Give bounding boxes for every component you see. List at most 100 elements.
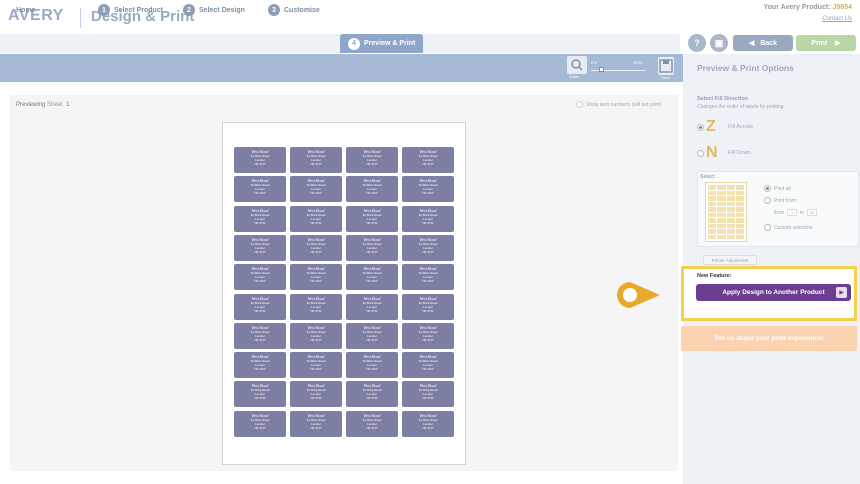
label-item[interactable]: West Road 34 West Road London N6 3TW bbox=[234, 322, 286, 349]
label-line3: N6 3TW bbox=[310, 367, 322, 372]
zoom-button[interactable] bbox=[567, 56, 587, 74]
print-all-radio[interactable] bbox=[764, 185, 771, 192]
settings-button[interactable]: ▣ bbox=[710, 34, 728, 52]
mini-label-cell bbox=[717, 207, 726, 212]
mini-label-cell bbox=[708, 207, 717, 212]
print-all-label: Print all bbox=[774, 185, 791, 192]
label-item[interactable]: West Road 34 West Road London N6 3TW bbox=[290, 352, 342, 379]
custom-selection-option[interactable]: Custom selection bbox=[764, 224, 812, 231]
label-line3: N6 3TW bbox=[254, 279, 266, 284]
label-item[interactable]: West Road 34 West Road London N6 3TW bbox=[402, 205, 454, 232]
to-input[interactable]: 40 bbox=[807, 209, 818, 216]
zoom-min-label: 0% bbox=[591, 60, 597, 65]
mini-label-cell bbox=[726, 218, 735, 223]
step-select-product[interactable]: 1 Select Product bbox=[98, 3, 163, 17]
mini-label-cell bbox=[726, 234, 735, 239]
mini-label-cell bbox=[708, 234, 717, 239]
mini-label-cell bbox=[735, 212, 744, 217]
mini-label-cell bbox=[735, 185, 744, 190]
sheet-label: Sheet bbox=[47, 102, 63, 108]
label-item[interactable]: West Road 34 West Road London N6 3TW bbox=[346, 322, 398, 349]
label-line3: N6 3TW bbox=[310, 425, 322, 430]
label-item[interactable]: West Road 34 West Road London N6 3TW bbox=[290, 234, 342, 261]
label-item[interactable]: West Road 34 West Road London N6 3TW bbox=[290, 147, 342, 173]
label-item[interactable]: West Road 34 West Road London N6 3TW bbox=[402, 322, 454, 349]
print-from-option[interactable]: Print from: bbox=[764, 197, 797, 204]
label-item[interactable]: West Road 34 West Road London N6 3TW bbox=[402, 352, 454, 379]
label-item[interactable]: West Road 34 West Road London N6 3TW bbox=[402, 234, 454, 261]
fill-down-label: Fill Down bbox=[728, 150, 751, 156]
label-item[interactable]: West Road 34 West Road London N6 3TW bbox=[402, 410, 454, 437]
product-label: Your Avery Product: bbox=[763, 4, 831, 11]
print-button[interactable]: Print ▶ bbox=[796, 35, 856, 51]
step-preview-print[interactable]: 4 Preview & Print bbox=[340, 34, 424, 53]
step-select-design[interactable]: 2 Select Design bbox=[183, 3, 245, 17]
label-item[interactable]: West Road 34 West Road London N6 3TW bbox=[234, 234, 286, 261]
mini-label-cell bbox=[726, 190, 735, 195]
label-line3: N6 3TW bbox=[366, 220, 378, 225]
label-line3: N6 3TW bbox=[422, 191, 434, 196]
label-item[interactable]: West Road 34 West Road London N6 3TW bbox=[346, 205, 398, 232]
product-code: J8654 bbox=[832, 4, 852, 11]
fill-across-radio[interactable] bbox=[697, 123, 704, 131]
label-item[interactable]: West Road 34 West Road London N6 3TW bbox=[402, 264, 454, 291]
fill-direction-subtitle: Changes the order of labels for printing bbox=[697, 104, 784, 110]
show-item-numbers-toggle[interactable]: Show item numbers (will not print) bbox=[576, 101, 661, 108]
label-item[interactable]: West Road 34 West Road London N6 3TW bbox=[234, 352, 286, 379]
print-all-option[interactable]: Print all bbox=[764, 185, 791, 192]
zoom-slider-handle[interactable] bbox=[598, 67, 604, 72]
custom-selection-radio[interactable] bbox=[764, 224, 771, 231]
label-item[interactable]: West Road 34 West Road London N6 3TW bbox=[234, 264, 286, 291]
label-item[interactable]: West Road 34 West Road London N6 3TW bbox=[290, 264, 342, 291]
label-item[interactable]: West Road 34 West Road London N6 3TW bbox=[234, 147, 286, 173]
label-item[interactable]: West Road 34 West Road London N6 3TW bbox=[346, 176, 398, 203]
label-item[interactable]: West Road 34 West Road London N6 3TW bbox=[290, 322, 342, 349]
label-line3: N6 3TW bbox=[422, 162, 434, 166]
label-item[interactable]: West Road 34 West Road London N6 3TW bbox=[234, 176, 286, 203]
step-customise[interactable]: 3 Customise bbox=[268, 3, 320, 17]
label-item[interactable]: West Road 34 West Road London N6 3TW bbox=[402, 293, 454, 320]
feedback-button[interactable]: Tell us about your print experience! bbox=[681, 326, 857, 351]
label-item[interactable]: West Road 34 West Road London N6 3TW bbox=[346, 264, 398, 291]
label-item[interactable]: West Road 34 West Road London N6 3TW bbox=[346, 381, 398, 408]
label-item[interactable]: West Road 34 West Road London N6 3TW bbox=[346, 352, 398, 379]
save-button[interactable] bbox=[658, 57, 674, 75]
new-feature-label: New Feature: bbox=[697, 273, 732, 279]
fill-across-option[interactable]: Z Fill Across bbox=[697, 118, 753, 136]
label-item[interactable]: West Road 34 West Road London N6 3TW bbox=[290, 176, 342, 203]
label-line3: N6 3TW bbox=[366, 191, 378, 196]
play-arrow-icon: ▶ bbox=[836, 287, 847, 298]
label-item[interactable]: West Road 34 West Road London N6 3TW bbox=[402, 147, 454, 173]
label-item[interactable]: West Road 34 West Road London N6 3TW bbox=[290, 410, 342, 437]
label-item[interactable]: West Road 34 West Road London N6 3TW bbox=[234, 410, 286, 437]
label-item[interactable]: West Road 34 West Road London N6 3TW bbox=[402, 381, 454, 408]
label-item[interactable]: West Road 34 West Road London N6 3TW bbox=[346, 293, 398, 320]
fill-down-option[interactable]: N Fill Down bbox=[697, 144, 751, 162]
label-line3: N6 3TW bbox=[254, 220, 266, 225]
label-item[interactable]: West Road 34 West Road London N6 3TW bbox=[346, 410, 398, 437]
label-item[interactable]: West Road 34 West Road London N6 3TW bbox=[234, 293, 286, 320]
print-range: from 1 to 40 bbox=[774, 209, 818, 216]
label-item[interactable]: West Road 34 West Road London N6 3TW bbox=[290, 293, 342, 320]
step-home[interactable]: Home bbox=[16, 3, 35, 17]
label-line3: N6 3TW bbox=[254, 191, 266, 196]
label-item[interactable]: West Road 34 West Road London N6 3TW bbox=[234, 205, 286, 232]
label-item[interactable]: West Road 34 West Road London N6 3TW bbox=[402, 176, 454, 203]
label-item[interactable]: West Road 34 West Road London N6 3TW bbox=[234, 381, 286, 408]
label-item[interactable]: West Road 34 West Road London N6 3TW bbox=[346, 234, 398, 261]
show-item-numbers-checkbox[interactable] bbox=[576, 101, 583, 108]
fill-down-radio[interactable] bbox=[697, 149, 704, 157]
custom-selection-label: Custom selection bbox=[774, 224, 813, 231]
mini-label-cell bbox=[708, 196, 717, 201]
label-item[interactable]: West Road 34 West Road London N6 3TW bbox=[290, 381, 342, 408]
label-item[interactable]: West Road 34 West Road London N6 3TW bbox=[346, 147, 398, 173]
label-item[interactable]: West Road 34 West Road London N6 3TW bbox=[290, 205, 342, 232]
product-info: Your Avery Product: J8654 bbox=[764, 4, 852, 11]
help-button[interactable]: ? bbox=[688, 34, 706, 52]
print-from-radio[interactable] bbox=[764, 197, 771, 204]
back-button[interactable]: ◀ Back bbox=[733, 35, 793, 51]
apply-design-button[interactable]: Apply Design to Another Product bbox=[696, 284, 851, 301]
printer-adjustment-button[interactable]: Printer Adjustment bbox=[703, 255, 757, 265]
from-input[interactable]: 1 bbox=[787, 209, 797, 216]
contact-link[interactable]: Contact Us bbox=[822, 16, 852, 22]
